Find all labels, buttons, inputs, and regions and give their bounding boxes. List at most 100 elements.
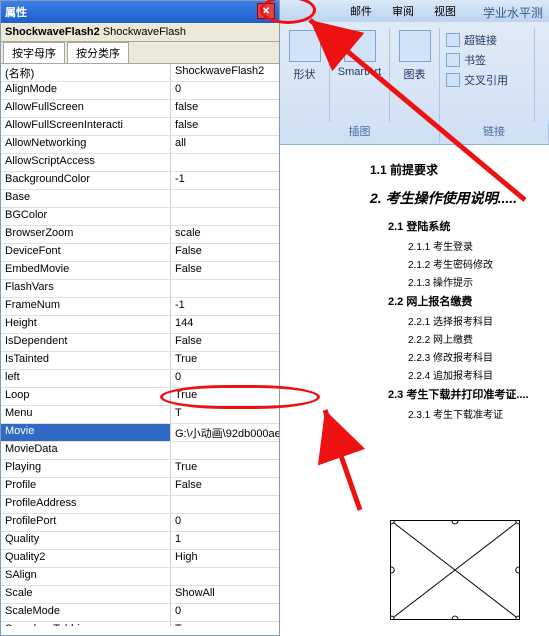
property-value[interactable]: False (171, 478, 279, 495)
property-value[interactable]: ShockwaveFlash2 (171, 64, 279, 81)
property-value[interactable]: True (171, 352, 279, 369)
tab-sort-category[interactable]: 按分类序 (67, 42, 129, 64)
property-row[interactable]: (名称)ShockwaveFlash2 (1, 64, 279, 82)
ribbon-group-illustrations: 插图 (280, 123, 440, 143)
property-value[interactable]: ShowAll (171, 586, 279, 603)
ribbon-bookmark-button[interactable]: 书签 (446, 52, 486, 68)
property-value[interactable] (171, 568, 279, 585)
property-value[interactable]: -1 (171, 298, 279, 315)
ribbon-hyperlink-button[interactable]: 超链接 (446, 32, 497, 48)
ribbon-shapes-button[interactable]: 形状 (280, 28, 330, 122)
property-value[interactable]: High (171, 550, 279, 567)
property-name: FrameNum (1, 298, 171, 315)
property-name: (名称) (1, 64, 171, 81)
property-row[interactable]: IsDependentFalse (1, 334, 279, 352)
property-value[interactable] (171, 496, 279, 513)
property-name: EmbedMovie (1, 262, 171, 279)
property-row[interactable]: Quality2High (1, 550, 279, 568)
heading-2-1-2: 2.1.2 考生密码修改 (408, 256, 529, 271)
property-name: Quality (1, 532, 171, 549)
property-value[interactable]: T (171, 406, 279, 423)
properties-grid[interactable]: (名称)ShockwaveFlash2AlignMode0AllowFullSc… (1, 64, 279, 626)
property-row[interactable]: ScaleShowAll (1, 586, 279, 604)
tab-mail[interactable]: 邮件 (340, 0, 382, 22)
property-row[interactable]: MenuT (1, 406, 279, 424)
ribbon-crossref-button[interactable]: 交叉引用 (446, 72, 508, 88)
object-selector[interactable]: ShockwaveFlash2 ShockwaveFlash (1, 23, 279, 42)
property-row[interactable]: Quality1 (1, 532, 279, 550)
property-row[interactable]: IsTaintedTrue (1, 352, 279, 370)
property-value[interactable]: True (171, 622, 279, 626)
property-name: MovieData (1, 442, 171, 459)
property-value[interactable]: -1 (171, 172, 279, 189)
property-value[interactable]: 0 (171, 514, 279, 531)
heading-2-2: 2.2 网上报名缴费 (388, 293, 529, 309)
property-value[interactable]: 1 (171, 532, 279, 549)
property-row[interactable]: ProfileAddress (1, 496, 279, 514)
heading-2: 2. 考生操作使用说明..... (370, 188, 529, 208)
property-row[interactable]: MovieData (1, 442, 279, 460)
property-row[interactable]: EmbedMovieFalse (1, 262, 279, 280)
chart-icon (399, 30, 431, 62)
property-row[interactable]: AllowFullScreenInteractifalse (1, 118, 279, 136)
ribbon-chart-button[interactable]: 图表 (390, 28, 440, 122)
tab-view[interactable]: 视图 (424, 0, 466, 22)
crossref-icon (446, 73, 460, 87)
property-name: ProfilePort (1, 514, 171, 531)
property-row[interactable]: BGColor (1, 208, 279, 226)
property-name: Menu (1, 406, 171, 423)
property-value[interactable]: false (171, 100, 279, 117)
heading-1-1: 1.1 前提要求 (370, 161, 529, 178)
property-value[interactable]: all (171, 136, 279, 153)
property-name: SeamlessTabbing (1, 622, 171, 626)
property-value[interactable]: False (171, 244, 279, 261)
property-row[interactable]: FlashVars (1, 280, 279, 298)
property-row[interactable]: DeviceFontFalse (1, 244, 279, 262)
property-row[interactable]: FrameNum-1 (1, 298, 279, 316)
heading-2-1-3: 2.1.3 操作提示 (408, 274, 529, 289)
property-name: Movie (1, 424, 171, 441)
ribbon-smartart-button[interactable]: SmartArt (330, 28, 390, 122)
property-row[interactable]: AllowNetworkingall (1, 136, 279, 154)
property-value[interactable] (171, 190, 279, 207)
property-row[interactable]: AlignMode0 (1, 82, 279, 100)
property-name: IsTainted (1, 352, 171, 369)
property-value[interactable] (171, 442, 279, 459)
property-row[interactable]: LoopTrue (1, 388, 279, 406)
property-value[interactable] (171, 154, 279, 171)
property-row[interactable]: ProfileFalse (1, 478, 279, 496)
property-value[interactable] (171, 280, 279, 297)
property-row[interactable]: left0 (1, 370, 279, 388)
tab-review[interactable]: 审阅 (382, 0, 424, 22)
property-row[interactable]: AllowScriptAccess (1, 154, 279, 172)
property-row[interactable]: BrowserZoomscale (1, 226, 279, 244)
property-row[interactable]: PlayingTrue (1, 460, 279, 478)
property-value[interactable]: 0 (171, 604, 279, 621)
property-row[interactable]: ScaleMode0 (1, 604, 279, 622)
property-row[interactable]: Base (1, 190, 279, 208)
property-value[interactable]: True (171, 460, 279, 477)
property-value[interactable]: False (171, 262, 279, 279)
property-row[interactable]: ProfilePort0 (1, 514, 279, 532)
property-value[interactable]: True (171, 388, 279, 405)
property-value[interactable]: 0 (171, 370, 279, 387)
heading-2-3: 2.3 考生下载并打印准考证.... (388, 386, 529, 402)
property-row[interactable]: Height144 (1, 316, 279, 334)
flash-object-placeholder[interactable] (390, 520, 520, 620)
property-value[interactable]: false (171, 118, 279, 135)
tab-sort-alpha[interactable]: 按字母序 (3, 42, 65, 64)
property-value[interactable]: False (171, 334, 279, 351)
property-value[interactable]: scale (171, 226, 279, 243)
property-row[interactable]: BackgroundColor-1 (1, 172, 279, 190)
properties-titlebar[interactable]: 属性 ✕ (1, 1, 279, 23)
close-icon[interactable]: ✕ (257, 3, 275, 19)
property-name: Loop (1, 388, 171, 405)
property-value[interactable]: 0 (171, 82, 279, 99)
property-row[interactable]: MovieG:\小动画\92db000ae6e88 (1, 424, 279, 442)
property-value[interactable] (171, 208, 279, 225)
property-row[interactable]: SeamlessTabbingTrue (1, 622, 279, 626)
property-value[interactable]: 144 (171, 316, 279, 333)
property-value[interactable]: G:\小动画\92db000ae6e88 (171, 424, 279, 441)
property-row[interactable]: SAlign (1, 568, 279, 586)
property-row[interactable]: AllowFullScreenfalse (1, 100, 279, 118)
